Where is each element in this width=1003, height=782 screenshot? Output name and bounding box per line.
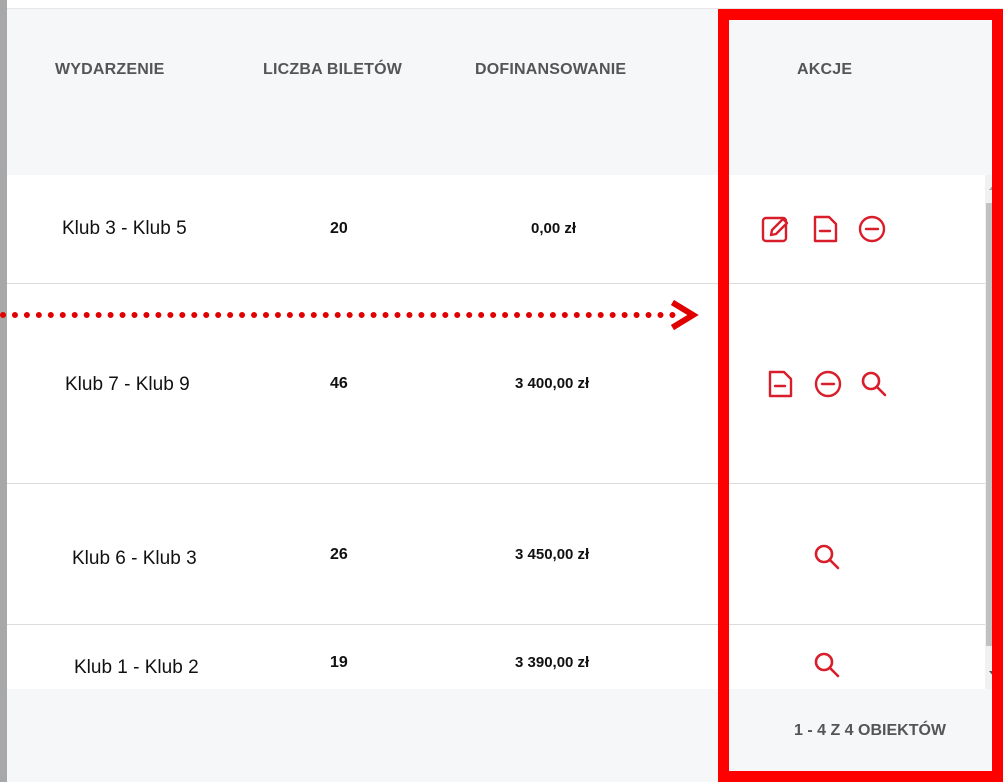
top-divider xyxy=(7,0,1003,9)
funding-cell: 3 390,00 zł xyxy=(515,654,590,671)
minus-circle-icon[interactable] xyxy=(856,213,888,245)
annotation-dotted-line xyxy=(0,312,676,318)
event-cell: Klub 3 - Klub 5 xyxy=(62,218,187,239)
vertical-scrollbar[interactable] xyxy=(985,175,1003,689)
search-icon[interactable] xyxy=(858,368,890,400)
funding-cell: 3 450,00 zł xyxy=(515,546,590,563)
tickets-cell: 20 xyxy=(330,220,348,237)
column-header-funding[interactable]: DOFINANSOWANIE xyxy=(475,61,626,79)
funding-cell: 0,00 zł xyxy=(531,220,577,237)
tickets-cell: 26 xyxy=(330,546,348,563)
left-edge-bar xyxy=(0,0,7,782)
column-header-tickets[interactable]: LICZBA BILETÓW xyxy=(263,61,402,79)
tickets-cell: 19 xyxy=(330,654,348,671)
funding-cell: 3 400,00 zł xyxy=(515,375,590,392)
edit-icon[interactable] xyxy=(759,213,791,245)
pager-summary: 1 - 4 Z 4 OBIEKTÓW xyxy=(794,722,947,739)
table-row: Klub 3 - Klub 5 20 0,00 zł xyxy=(7,175,985,284)
column-header-event[interactable]: WYDARZENIE xyxy=(55,61,165,79)
table-body: Klub 3 - Klub 5 20 0,00 zł Klub 7 - Klub… xyxy=(7,175,985,689)
table-row: Klub 6 - Klub 3 26 3 450,00 zł xyxy=(7,484,985,625)
scroll-up-arrow-icon[interactable] xyxy=(989,184,999,190)
search-icon[interactable] xyxy=(811,649,843,681)
search-icon[interactable] xyxy=(811,541,843,573)
table-row: Klub 1 - Klub 2 19 3 390,00 zł xyxy=(7,625,985,689)
event-cell: Klub 6 - Klub 3 xyxy=(72,548,197,569)
tickets-cell: 46 xyxy=(330,375,348,392)
event-cell: Klub 7 - Klub 9 xyxy=(65,374,190,395)
scroll-down-arrow-icon[interactable] xyxy=(989,671,999,677)
table-header: WYDARZENIE LICZBA BILETÓW DOFINANSOWANIE… xyxy=(7,9,1003,175)
document-icon[interactable] xyxy=(764,368,796,400)
document-icon[interactable] xyxy=(809,213,841,245)
minus-circle-icon[interactable] xyxy=(812,368,844,400)
event-cell: Klub 1 - Klub 2 xyxy=(74,657,199,678)
annotation-arrowhead-icon xyxy=(670,299,699,331)
scrollbar-thumb[interactable] xyxy=(986,203,1002,646)
column-header-actions: AKCJE xyxy=(797,61,853,78)
